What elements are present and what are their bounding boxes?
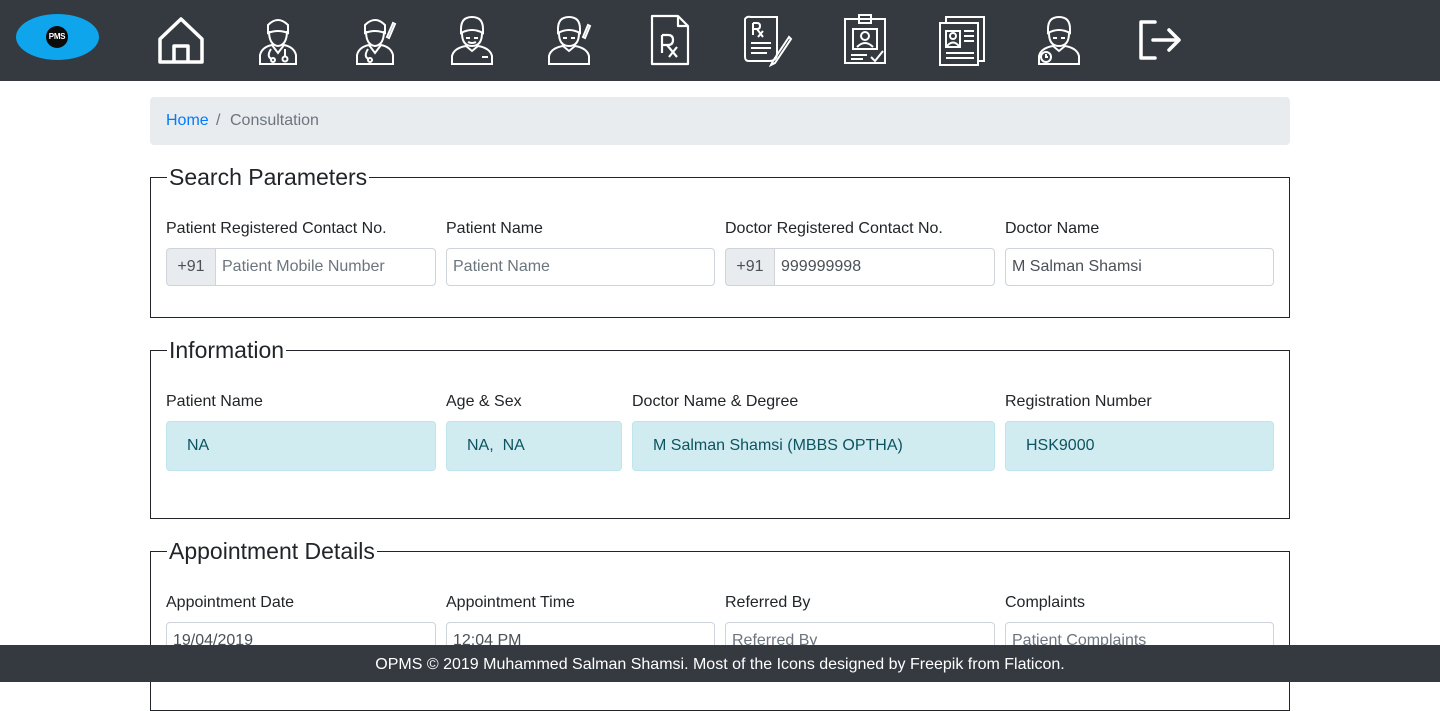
- doctor-mobile-input[interactable]: [774, 248, 995, 286]
- complaints-label: Complaints: [1005, 594, 1086, 611]
- doctor-edit-icon[interactable]: [349, 13, 401, 67]
- patient-record-icon[interactable]: [936, 13, 988, 67]
- doctor-contact-group: +91: [725, 248, 995, 286]
- doctor-contact-label: Doctor Registered Contact No.: [725, 220, 943, 237]
- appointment-details-fieldset: Appointment Details Appointment Date App…: [150, 537, 1290, 711]
- top-navbar: PMS: [0, 0, 1440, 81]
- patient-history-icon[interactable]: [1033, 13, 1085, 67]
- pms-logo[interactable]: PMS: [16, 14, 99, 60]
- logout-icon[interactable]: [1135, 13, 1187, 67]
- id-card-check-icon[interactable]: [839, 13, 891, 67]
- search-parameters-fieldset: Search Parameters Patient Registered Con…: [150, 163, 1290, 318]
- search-parameters-legend: Search Parameters: [167, 163, 370, 191]
- footer: OPMS © 2019 Muhammed Salman Shamsi. Most…: [0, 645, 1440, 682]
- info-patient-name-value: NA: [166, 421, 436, 471]
- information-fieldset: Information Patient Name NA Age & Sex NA…: [150, 336, 1290, 519]
- prescription-icon[interactable]: [644, 13, 696, 67]
- info-registration-label: Registration Number: [1005, 393, 1152, 410]
- appointment-details-legend: Appointment Details: [167, 537, 377, 565]
- breadcrumb-separator: /: [216, 112, 221, 129]
- search-doctor-name-label: Doctor Name: [1005, 220, 1100, 237]
- patient-contact-prefix: +91: [166, 248, 215, 286]
- logo-text: PMS: [46, 26, 68, 48]
- info-patient-name-label: Patient Name: [166, 393, 263, 410]
- appointment-date-label: Appointment Date: [166, 594, 295, 611]
- breadcrumb: Home / Consultation: [150, 97, 1290, 145]
- breadcrumb-current: Consultation: [230, 112, 319, 129]
- patient-contact-group: +91: [166, 248, 436, 286]
- info-doctor-degree-label: Doctor Name & Degree: [632, 393, 799, 410]
- search-patient-name-input[interactable]: [446, 248, 715, 286]
- home-icon[interactable]: [155, 13, 207, 67]
- information-legend: Information: [167, 336, 287, 364]
- info-registration-value: HSK9000: [1005, 421, 1274, 471]
- patient-contact-label: Patient Registered Contact No.: [166, 220, 387, 237]
- info-age-sex-label: Age & Sex: [446, 393, 522, 410]
- patient-mobile-input[interactable]: [215, 248, 436, 286]
- breadcrumb-home-link[interactable]: Home: [166, 112, 209, 130]
- search-doctor-name-input[interactable]: [1005, 248, 1274, 286]
- patient-icon[interactable]: [446, 13, 498, 67]
- doctor-icon[interactable]: [252, 13, 304, 67]
- search-patient-name-label: Patient Name: [446, 220, 543, 237]
- prescription-write-icon[interactable]: [741, 13, 793, 67]
- doctor-contact-prefix: +91: [725, 248, 774, 286]
- footer-text: OPMS © 2019 Muhammed Salman Shamsi. Most…: [375, 656, 1065, 673]
- appointment-time-label: Appointment Time: [446, 594, 575, 611]
- info-age-sex-value: NA, NA: [446, 421, 622, 471]
- referred-by-label: Referred By: [725, 594, 811, 611]
- info-doctor-degree-value: M Salman Shamsi (MBBS OPTHA): [632, 421, 995, 471]
- patient-edit-icon[interactable]: [543, 13, 595, 67]
